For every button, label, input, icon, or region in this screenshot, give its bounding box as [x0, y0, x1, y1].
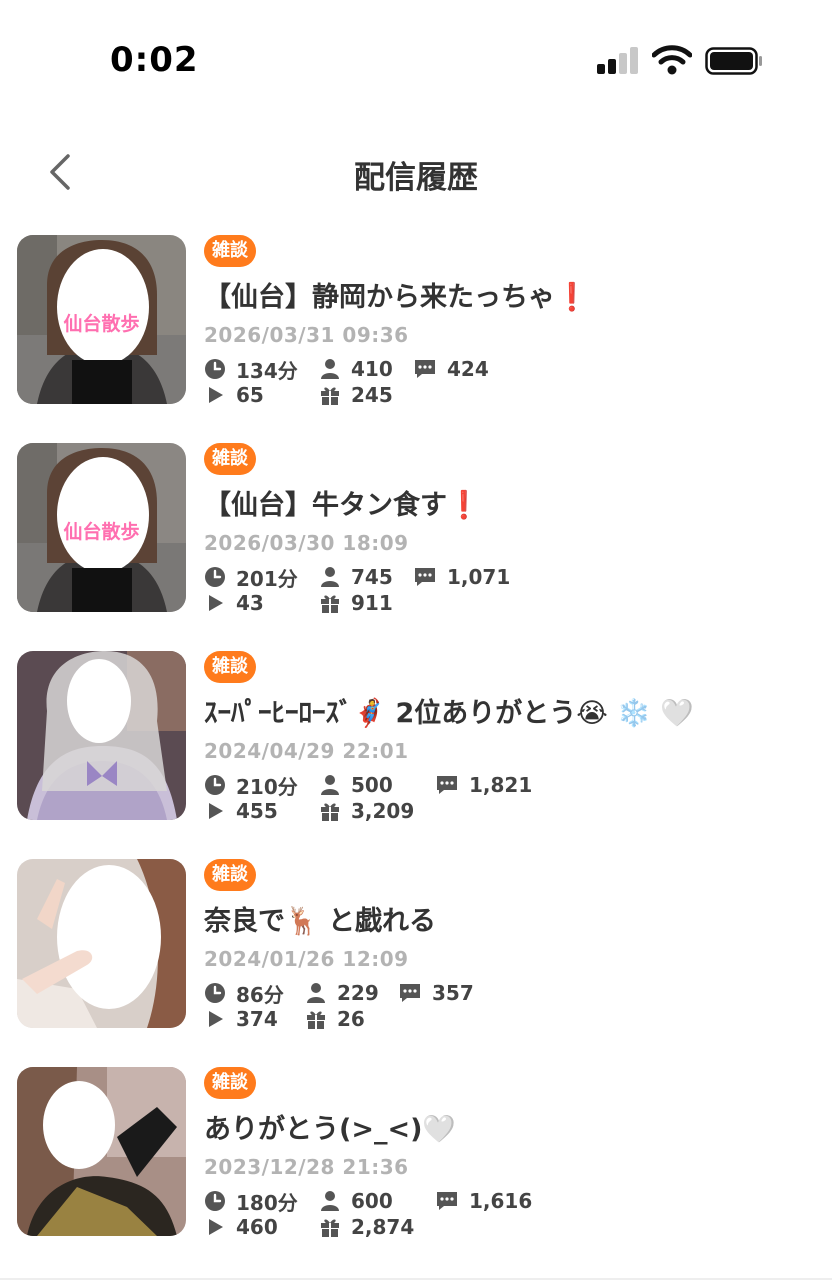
- stream-datetime: 2026/03/30 18:09: [204, 531, 409, 555]
- gift-icon: [307, 1011, 325, 1029]
- gifts-stat: 2,874: [319, 1214, 414, 1240]
- clock-icon: [205, 1191, 225, 1211]
- viewers-stat: 600: [319, 1188, 393, 1214]
- comment-icon: [400, 984, 420, 1002]
- history-item[interactable]: 仙台散歩 雑談 【仙台】牛タン食す❗ 2026/03/30 18:09 201分…: [0, 438, 832, 618]
- status-bar: 0:02: [0, 0, 832, 120]
- clock-icon: [205, 775, 225, 795]
- gift-icon: [321, 595, 339, 613]
- play-icon: [209, 387, 223, 403]
- play-icon: [209, 1219, 223, 1235]
- history-item[interactable]: 雑談 ありがとう(>_<)🤍 2023/12/28 21:36 180分 600…: [0, 1062, 832, 1242]
- wifi-icon: [652, 45, 692, 75]
- clock-icon: [205, 567, 225, 587]
- comment-icon: [437, 1192, 457, 1210]
- gift-icon: [321, 803, 339, 821]
- gifts-stat: 3,209: [319, 798, 414, 824]
- play-icon: [209, 595, 223, 611]
- history-item[interactable]: 雑談 奈良で🦌 と戯れる 2024/01/26 12:09 86分 229 35…: [0, 854, 832, 1034]
- comment-icon: [415, 568, 435, 586]
- stream-datetime: 2023/12/28 21:36: [204, 1155, 409, 1179]
- gifts-stat: 245: [319, 382, 393, 408]
- play-icon: [209, 1011, 223, 1027]
- viewers-stat: 500: [319, 772, 393, 798]
- plays-stat: 43: [204, 590, 264, 616]
- comment-icon: [437, 776, 457, 794]
- category-badge: 雑談: [204, 651, 256, 683]
- page-title: 配信履歴: [354, 160, 478, 196]
- comment-icon: [415, 360, 435, 378]
- thumbnail: 仙台散歩: [17, 235, 186, 404]
- viewers-stat: 410: [319, 356, 393, 382]
- duration-stat: 201分: [204, 564, 298, 591]
- category-badge: 雑談: [204, 443, 256, 475]
- stream-title: ｽｰﾊﾟｰﾋｰﾛｰｽﾞ🦸 2位ありがとう😭 ❄️ 🤍: [204, 698, 694, 729]
- category-badge: 雑談: [204, 1067, 256, 1099]
- plays-stat: 374: [204, 1006, 278, 1032]
- play-icon: [209, 803, 223, 819]
- comments-stat: 1,071: [413, 564, 510, 590]
- person-icon: [321, 775, 339, 795]
- plays-stat: 455: [204, 798, 278, 824]
- status-time: 0:02: [110, 40, 199, 80]
- person-icon: [321, 359, 339, 379]
- viewers-stat: 745: [319, 564, 393, 590]
- stream-title: 【仙台】牛タン食す❗: [204, 490, 481, 521]
- cellular-signal-icon: [597, 47, 638, 74]
- nav-bar: 配信履歴: [0, 140, 832, 204]
- stream-title: ありがとう(>_<)🤍: [204, 1114, 457, 1145]
- duration-stat: 210分: [204, 772, 298, 799]
- duration-stat: 134分: [204, 356, 298, 383]
- gifts-stat: 26: [305, 1006, 365, 1032]
- category-badge: 雑談: [204, 235, 256, 267]
- plays-stat: 460: [204, 1214, 278, 1240]
- person-icon: [321, 567, 339, 587]
- battery-icon: [705, 47, 762, 75]
- stream-datetime: 2024/01/26 12:09: [204, 947, 409, 971]
- person-icon: [321, 1191, 339, 1211]
- duration-stat: 86分: [204, 980, 284, 1007]
- thumbnail: [17, 1067, 186, 1236]
- comments-stat: 1,821: [435, 772, 532, 798]
- viewers-stat: 229: [305, 980, 379, 1006]
- gift-icon: [321, 1219, 339, 1237]
- thumbnail-caption: 仙台散歩: [63, 313, 140, 335]
- stream-title: 奈良で🦌 と戯れる: [204, 906, 437, 937]
- thumbnail: [17, 859, 186, 1028]
- gift-icon: [321, 387, 339, 405]
- thumbnail: 仙台散歩: [17, 443, 186, 612]
- person-icon: [307, 983, 325, 1003]
- plays-stat: 65: [204, 382, 264, 408]
- history-item[interactable]: 雑談 ｽｰﾊﾟｰﾋｰﾛｰｽﾞ🦸 2位ありがとう😭 ❄️ 🤍 2024/04/29…: [0, 646, 832, 826]
- clock-icon: [205, 359, 225, 379]
- stream-datetime: 2024/04/29 22:01: [204, 739, 409, 763]
- gifts-stat: 911: [319, 590, 393, 616]
- comments-stat: 424: [413, 356, 489, 382]
- bottom-divider: [0, 1278, 832, 1280]
- category-badge: 雑談: [204, 859, 256, 891]
- thumbnail: [17, 651, 186, 820]
- duration-stat: 180分: [204, 1188, 298, 1215]
- stream-title: 【仙台】静岡から来たっちゃ❗: [204, 282, 589, 313]
- clock-icon: [205, 983, 225, 1003]
- comments-stat: 357: [398, 980, 474, 1006]
- thumbnail-caption: 仙台散歩: [63, 521, 140, 543]
- comments-stat: 1,616: [435, 1188, 532, 1214]
- history-item[interactable]: 仙台散歩 雑談 【仙台】静岡から来たっちゃ❗ 2026/03/31 09:36 …: [0, 230, 832, 410]
- stream-datetime: 2026/03/31 09:36: [204, 323, 409, 347]
